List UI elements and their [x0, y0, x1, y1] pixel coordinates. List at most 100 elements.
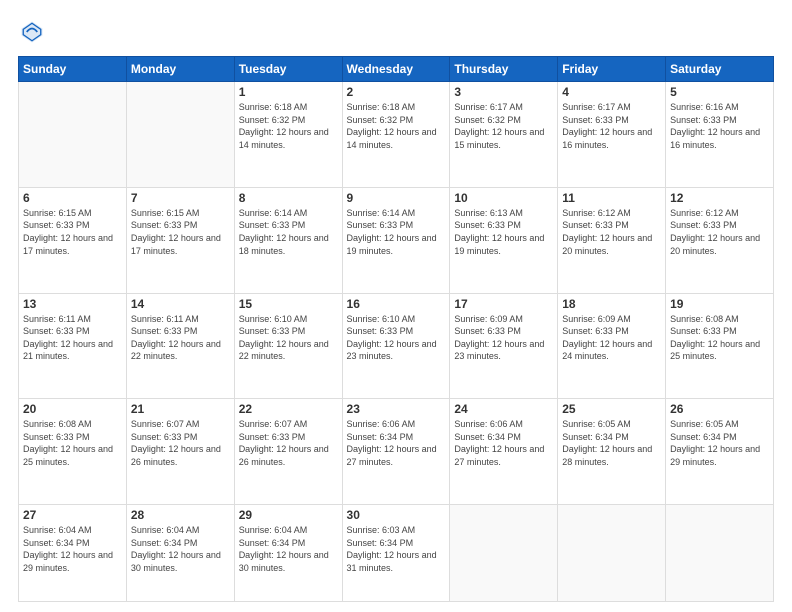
- day-number: 17: [454, 297, 553, 311]
- calendar-cell: 1 Sunrise: 6:18 AM Sunset: 6:32 PM Daylig…: [234, 82, 342, 188]
- day-info: Sunrise: 6:11 AM Sunset: 6:33 PM Dayligh…: [23, 313, 122, 363]
- weekday-header-friday: Friday: [558, 57, 666, 82]
- day-number: 30: [347, 508, 446, 522]
- day-number: 1: [239, 85, 338, 99]
- day-info: Sunrise: 6:09 AM Sunset: 6:33 PM Dayligh…: [454, 313, 553, 363]
- day-info: Sunrise: 6:15 AM Sunset: 6:33 PM Dayligh…: [131, 207, 230, 257]
- calendar-cell: 20Sunrise: 6:08 AM Sunset: 6:33 PM Dayli…: [19, 399, 127, 505]
- calendar-cell: 28 Sunrise: 6:04 AM Sunset: 6:34 PM Dayli…: [126, 505, 234, 602]
- day-info: Sunrise: 6:08 AM Sunset: 6:33 PM Dayligh…: [670, 313, 769, 363]
- calendar-cell: 2 Sunrise: 6:18 AM Sunset: 6:32 PM Daylig…: [342, 82, 450, 188]
- calendar-cell: 16Sunrise: 6:10 AM Sunset: 6:33 PM Dayli…: [342, 293, 450, 399]
- day-number: 24: [454, 402, 553, 416]
- weekday-header-sunday: Sunday: [19, 57, 127, 82]
- calendar-cell: 4 Sunrise: 6:17 AM Sunset: 6:33 PM Daylig…: [558, 82, 666, 188]
- day-number: 3: [454, 85, 553, 99]
- weekday-header-tuesday: Tuesday: [234, 57, 342, 82]
- calendar-week-2: 6 Sunrise: 6:15 AM Sunset: 6:33 PM Daylig…: [19, 187, 774, 293]
- calendar-cell: 15 Sunrise: 6:10 AM Sunset: 6:33 PM Dayli…: [234, 293, 342, 399]
- day-info: Sunrise: 6:17 AM Sunset: 6:33 PM Dayligh…: [562, 101, 661, 151]
- weekday-header-thursday: Thursday: [450, 57, 558, 82]
- calendar-cell: 11 Sunrise: 6:12 AM Sunset: 6:33 PM Dayli…: [558, 187, 666, 293]
- day-info: Sunrise: 6:10 AM Sunset: 6:33 PM Dayligh…: [239, 313, 338, 363]
- calendar-table: SundayMondayTuesdayWednesdayThursdayFrid…: [18, 56, 774, 602]
- weekday-header-monday: Monday: [126, 57, 234, 82]
- day-number: 23: [347, 402, 446, 416]
- day-number: 13: [23, 297, 122, 311]
- day-number: 21: [131, 402, 230, 416]
- day-number: 14: [131, 297, 230, 311]
- page: SundayMondayTuesdayWednesdayThursdayFrid…: [0, 0, 792, 612]
- day-number: 22: [239, 402, 338, 416]
- day-number: 11: [562, 191, 661, 205]
- day-info: Sunrise: 6:07 AM Sunset: 6:33 PM Dayligh…: [239, 418, 338, 468]
- calendar-week-4: 20Sunrise: 6:08 AM Sunset: 6:33 PM Dayli…: [19, 399, 774, 505]
- calendar-cell: 10 Sunrise: 6:13 AM Sunset: 6:33 PM Dayli…: [450, 187, 558, 293]
- day-info: Sunrise: 6:06 AM Sunset: 6:34 PM Dayligh…: [454, 418, 553, 468]
- day-info: Sunrise: 6:07 AM Sunset: 6:33 PM Dayligh…: [131, 418, 230, 468]
- day-number: 8: [239, 191, 338, 205]
- calendar-cell: 29 Sunrise: 6:04 AM Sunset: 6:34 PM Dayli…: [234, 505, 342, 602]
- day-number: 12: [670, 191, 769, 205]
- day-info: Sunrise: 6:18 AM Sunset: 6:32 PM Dayligh…: [239, 101, 338, 151]
- day-info: Sunrise: 6:16 AM Sunset: 6:33 PM Dayligh…: [670, 101, 769, 151]
- calendar-cell: 26 Sunrise: 6:05 AM Sunset: 6:34 PM Dayli…: [666, 399, 774, 505]
- day-number: 28: [131, 508, 230, 522]
- day-info: Sunrise: 6:17 AM Sunset: 6:32 PM Dayligh…: [454, 101, 553, 151]
- day-number: 26: [670, 402, 769, 416]
- calendar-cell: [558, 505, 666, 602]
- day-info: Sunrise: 6:12 AM Sunset: 6:33 PM Dayligh…: [670, 207, 769, 257]
- day-info: Sunrise: 6:12 AM Sunset: 6:33 PM Dayligh…: [562, 207, 661, 257]
- day-info: Sunrise: 6:11 AM Sunset: 6:33 PM Dayligh…: [131, 313, 230, 363]
- logo: [18, 18, 50, 46]
- calendar-cell: 27 Sunrise: 6:04 AM Sunset: 6:34 PM Dayli…: [19, 505, 127, 602]
- day-number: 29: [239, 508, 338, 522]
- day-info: Sunrise: 6:09 AM Sunset: 6:33 PM Dayligh…: [562, 313, 661, 363]
- day-number: 18: [562, 297, 661, 311]
- day-info: Sunrise: 6:13 AM Sunset: 6:33 PM Dayligh…: [454, 207, 553, 257]
- calendar-cell: 14 Sunrise: 6:11 AM Sunset: 6:33 PM Dayli…: [126, 293, 234, 399]
- logo-icon: [18, 18, 46, 46]
- day-number: 6: [23, 191, 122, 205]
- day-number: 7: [131, 191, 230, 205]
- calendar-cell: 25Sunrise: 6:05 AM Sunset: 6:34 PM Dayli…: [558, 399, 666, 505]
- day-number: 19: [670, 297, 769, 311]
- header: [18, 18, 774, 46]
- day-info: Sunrise: 6:08 AM Sunset: 6:33 PM Dayligh…: [23, 418, 122, 468]
- day-number: 10: [454, 191, 553, 205]
- calendar-cell: 7 Sunrise: 6:15 AM Sunset: 6:33 PM Daylig…: [126, 187, 234, 293]
- calendar-cell: [126, 82, 234, 188]
- day-number: 9: [347, 191, 446, 205]
- calendar-cell: 21 Sunrise: 6:07 AM Sunset: 6:33 PM Dayli…: [126, 399, 234, 505]
- day-number: 15: [239, 297, 338, 311]
- weekday-header-wednesday: Wednesday: [342, 57, 450, 82]
- day-info: Sunrise: 6:14 AM Sunset: 6:33 PM Dayligh…: [239, 207, 338, 257]
- day-info: Sunrise: 6:04 AM Sunset: 6:34 PM Dayligh…: [23, 524, 122, 574]
- day-info: Sunrise: 6:18 AM Sunset: 6:32 PM Dayligh…: [347, 101, 446, 151]
- calendar-cell: 30Sunrise: 6:03 AM Sunset: 6:34 PM Dayli…: [342, 505, 450, 602]
- calendar-cell: 8 Sunrise: 6:14 AM Sunset: 6:33 PM Daylig…: [234, 187, 342, 293]
- day-number: 4: [562, 85, 661, 99]
- day-info: Sunrise: 6:05 AM Sunset: 6:34 PM Dayligh…: [562, 418, 661, 468]
- calendar-cell: 3 Sunrise: 6:17 AM Sunset: 6:32 PM Daylig…: [450, 82, 558, 188]
- calendar-week-1: 1 Sunrise: 6:18 AM Sunset: 6:32 PM Daylig…: [19, 82, 774, 188]
- calendar-cell: 19 Sunrise: 6:08 AM Sunset: 6:33 PM Dayli…: [666, 293, 774, 399]
- day-info: Sunrise: 6:06 AM Sunset: 6:34 PM Dayligh…: [347, 418, 446, 468]
- day-info: Sunrise: 6:04 AM Sunset: 6:34 PM Dayligh…: [239, 524, 338, 574]
- day-number: 5: [670, 85, 769, 99]
- calendar-cell: 22 Sunrise: 6:07 AM Sunset: 6:33 PM Dayli…: [234, 399, 342, 505]
- day-info: Sunrise: 6:05 AM Sunset: 6:34 PM Dayligh…: [670, 418, 769, 468]
- weekday-header-row: SundayMondayTuesdayWednesdayThursdayFrid…: [19, 57, 774, 82]
- day-number: 2: [347, 85, 446, 99]
- day-info: Sunrise: 6:15 AM Sunset: 6:33 PM Dayligh…: [23, 207, 122, 257]
- calendar-week-5: 27 Sunrise: 6:04 AM Sunset: 6:34 PM Dayli…: [19, 505, 774, 602]
- day-number: 27: [23, 508, 122, 522]
- weekday-header-saturday: Saturday: [666, 57, 774, 82]
- day-info: Sunrise: 6:04 AM Sunset: 6:34 PM Dayligh…: [131, 524, 230, 574]
- calendar-cell: 13 Sunrise: 6:11 AM Sunset: 6:33 PM Dayli…: [19, 293, 127, 399]
- day-number: 16: [347, 297, 446, 311]
- calendar-cell: 17 Sunrise: 6:09 AM Sunset: 6:33 PM Dayli…: [450, 293, 558, 399]
- calendar-cell: [666, 505, 774, 602]
- calendar-cell: 18 Sunrise: 6:09 AM Sunset: 6:33 PM Dayli…: [558, 293, 666, 399]
- calendar-cell: 24 Sunrise: 6:06 AM Sunset: 6:34 PM Dayli…: [450, 399, 558, 505]
